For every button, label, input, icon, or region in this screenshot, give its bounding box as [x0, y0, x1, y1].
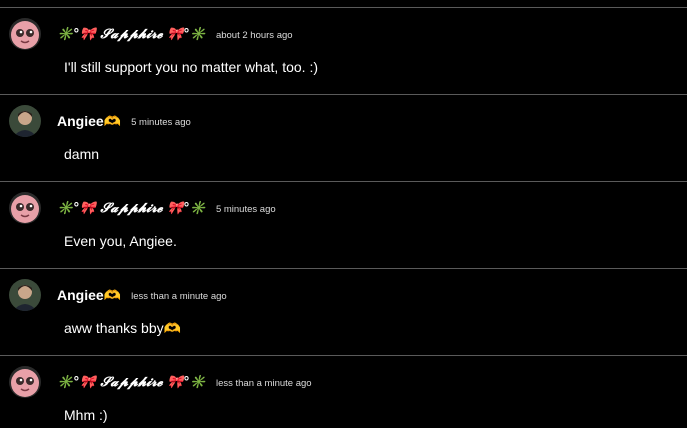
timestamp: 5 minutes ago	[131, 116, 191, 128]
comment-header: Angiee🫶 5 minutes ago	[57, 110, 191, 132]
pink-creature-avatar[interactable]	[9, 192, 41, 224]
comment-item: Angiee🫶 less than a minute ago aww thank…	[0, 269, 687, 355]
username-link[interactable]: Angiee🫶	[57, 113, 121, 130]
photo-avatar[interactable]	[9, 105, 41, 137]
username-link[interactable]: ✳️°🎀 𝓢𝓪𝓹𝓹𝓱𝓲𝓻𝓮 🎀°✳️	[57, 201, 206, 216]
comment-header: ✳️°🎀 𝓢𝓪𝓹𝓹𝓱𝓲𝓻𝓮 🎀°✳️ about 2 hours ago	[57, 23, 293, 45]
comment-header: ✳️°🎀 𝓢𝓪𝓹𝓹𝓱𝓲𝓻𝓮 🎀°✳️ less than a minute ag…	[57, 371, 312, 393]
comment-feed: ✳️°🎀 𝓢𝓪𝓹𝓹𝓱𝓲𝓻𝓮 🎀°✳️ about 2 hours ago I'l…	[0, 0, 687, 428]
pink-creature-avatar[interactable]	[9, 366, 41, 398]
username-link[interactable]: Angiee🫶	[57, 287, 121, 304]
timestamp: less than a minute ago	[131, 290, 227, 302]
comment-header: ✳️°🎀 𝓢𝓪𝓹𝓹𝓱𝓲𝓻𝓮 🎀°✳️ 5 minutes ago	[57, 197, 276, 219]
top-spacer	[0, 0, 687, 7]
comment-text: Mhm :)	[64, 407, 108, 423]
comment-text: I'll still support you no matter what, t…	[64, 59, 319, 75]
comment-text: damn	[64, 146, 100, 162]
username-link[interactable]: ✳️°🎀 𝓢𝓪𝓹𝓹𝓱𝓲𝓻𝓮 🎀°✳️	[57, 27, 206, 42]
timestamp: 5 minutes ago	[215, 203, 276, 215]
pink-creature-avatar[interactable]	[9, 18, 41, 50]
comment-item: ✳️°🎀 𝓢𝓪𝓹𝓹𝓱𝓲𝓻𝓮 🎀°✳️ 5 minutes ago Even yo…	[0, 182, 687, 268]
comment-text: Even you, Angiee.	[64, 233, 177, 249]
comment-item: ✳️°🎀 𝓢𝓪𝓹𝓹𝓱𝓲𝓻𝓮 🎀°✳️ about 2 hours ago I'l…	[0, 8, 687, 94]
username-link[interactable]: ✳️°🎀 𝓢𝓪𝓹𝓹𝓱𝓲𝓻𝓮 🎀°✳️	[57, 375, 206, 390]
comment-header: Angiee🫶 less than a minute ago	[57, 284, 227, 306]
timestamp: less than a minute ago	[215, 377, 312, 389]
comment-item: ✳️°🎀 𝓢𝓪𝓹𝓹𝓱𝓲𝓻𝓮 🎀°✳️ less than a minute ag…	[0, 356, 687, 428]
photo-avatar[interactable]	[9, 279, 41, 311]
timestamp: about 2 hours ago	[215, 29, 293, 41]
comment-text: aww thanks bby🫶	[64, 320, 182, 336]
comment-item: Angiee🫶 5 minutes ago damn	[0, 95, 687, 181]
